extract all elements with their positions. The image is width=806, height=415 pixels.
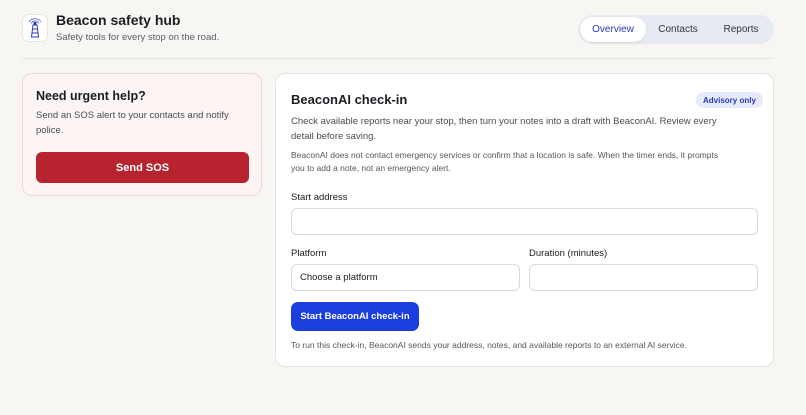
start-address-input[interactable] — [291, 208, 758, 235]
checkin-card: BeaconAI check-in Advisory only Check av… — [275, 73, 774, 367]
duration-input[interactable] — [529, 264, 758, 291]
platform-select[interactable]: Choose a platform — [291, 264, 520, 291]
checkin-description: Check available reports near your stop, … — [291, 116, 717, 142]
checkin-title: BeaconAI check-in — [291, 92, 408, 107]
header-divider — [22, 58, 774, 59]
sos-title: Need urgent help? — [36, 89, 146, 103]
tab-reports[interactable]: Reports — [710, 17, 772, 42]
platform-label: Platform — [291, 248, 327, 259]
tab-overview[interactable]: Overview — [580, 17, 646, 42]
app-subtitle: Safety tools for every stop on the road. — [56, 32, 220, 43]
app-header: Beacon safety hub Safety tools for every… — [0, 0, 806, 58]
tab-contacts[interactable]: Contacts — [646, 17, 710, 42]
advisory-badge: Advisory only — [696, 92, 763, 108]
start-address-label: Start address — [291, 192, 348, 203]
start-checkin-button[interactable]: Start BeaconAI check-in — [291, 302, 419, 331]
checkin-footer-note: To run this check-in, BeaconAI sends you… — [291, 340, 687, 350]
main-tabs: Overview Contacts Reports — [578, 15, 774, 44]
checkin-disclaimer: BeaconAI does not contact emergency serv… — [291, 150, 719, 173]
sos-card: Need urgent help? Send an SOS alert to y… — [22, 73, 262, 196]
send-sos-button[interactable]: Send SOS — [36, 152, 249, 183]
app-title: Beacon safety hub — [56, 12, 181, 28]
duration-label: Duration (minutes) — [529, 248, 608, 259]
app-logo — [22, 14, 48, 42]
sos-description: Send an SOS alert to your contacts and n… — [36, 110, 229, 136]
lighthouse-icon — [28, 18, 42, 38]
